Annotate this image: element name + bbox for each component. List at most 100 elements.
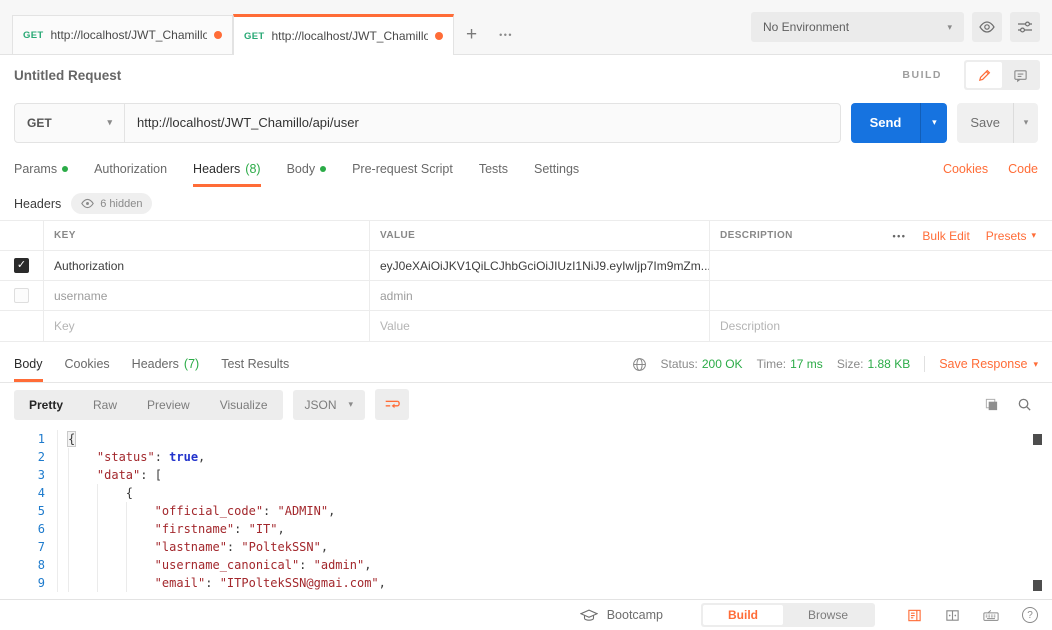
save-response-label: Save Response xyxy=(939,357,1028,371)
key-cell[interactable]: username xyxy=(44,281,370,310)
chevron-down-icon: ▾ xyxy=(348,399,354,409)
response-tab-body[interactable]: Body xyxy=(14,346,43,382)
search-response-button[interactable] xyxy=(1017,397,1032,412)
indent-guide xyxy=(125,574,155,592)
view-pretty[interactable]: Pretty xyxy=(14,390,78,420)
wrap-lines-button[interactable] xyxy=(375,389,410,420)
response-tab-test-results[interactable]: Test Results xyxy=(221,346,289,382)
value-cell[interactable]: admin xyxy=(370,281,710,310)
environment-quick-look-button[interactable] xyxy=(972,12,1002,42)
value-cell[interactable]: eyJ0eXAiOiJKV1QiLCJhbGciOiJIUzI1NiJ9.eyI… xyxy=(370,251,710,280)
table-row: ✓ username admin xyxy=(0,281,1052,311)
method-selector[interactable]: GET ▾ xyxy=(15,103,125,142)
tab-pre-request-script[interactable]: Pre-request Script xyxy=(352,150,453,187)
presets-button[interactable]: Presets ▾ xyxy=(986,229,1036,243)
sliders-icon xyxy=(1018,21,1032,33)
request-header-row: Untitled Request BUILD xyxy=(0,55,1052,95)
status-metric: Status: 200 OK xyxy=(661,357,743,371)
environment-selector[interactable]: No Environment ▾ xyxy=(751,12,964,42)
scrollbar-thumb[interactable] xyxy=(1033,434,1042,445)
code-line: 5 "official_code": "ADMIN", xyxy=(0,502,1052,520)
tab-authorization[interactable]: Authorization xyxy=(94,150,167,187)
view-raw[interactable]: Raw xyxy=(78,390,132,420)
response-body-viewer[interactable]: 1{2 "status": true, 3 "data": [4{5 "official… xyxy=(0,426,1052,599)
code-token: true xyxy=(169,450,199,464)
response-toolbar: Pretty Raw Preview Visualize JSON ▾ xyxy=(0,383,1052,426)
tab-headers[interactable]: Headers (8) xyxy=(193,150,261,187)
bootcamp-label: Bootcamp xyxy=(606,608,663,622)
code-link[interactable]: Code xyxy=(1008,162,1038,176)
tab-options-button[interactable]: ••• xyxy=(489,15,523,54)
chevron-down-icon: ▾ xyxy=(932,117,937,127)
code-token: , xyxy=(328,504,336,518)
eye-icon xyxy=(979,21,995,33)
changelog-button[interactable] xyxy=(907,608,922,623)
shortcuts-button[interactable] xyxy=(983,609,999,622)
line-number: 2 xyxy=(0,448,58,466)
request-tab-2-active[interactable]: GET http://localhost/JWT_Chamillo/a... xyxy=(233,14,454,55)
save-options-button[interactable]: ▾ xyxy=(1013,102,1038,143)
response-tab-cookies[interactable]: Cookies xyxy=(65,346,110,382)
description-cell[interactable] xyxy=(710,251,1052,280)
row-checkbox[interactable]: ✓ xyxy=(14,258,29,273)
bulk-edit-button[interactable]: Bulk Edit xyxy=(922,229,969,243)
comments-button[interactable] xyxy=(1002,62,1038,88)
send-options-button[interactable]: ▾ xyxy=(920,102,947,143)
bootcamp-button[interactable]: Bootcamp xyxy=(579,608,663,622)
question-mark-icon: ? xyxy=(1022,607,1038,623)
help-button[interactable]: ? xyxy=(1022,607,1038,623)
tab-label: Test Results xyxy=(221,357,290,371)
indent-guide xyxy=(68,520,97,538)
cookies-link[interactable]: Cookies xyxy=(943,162,988,176)
view-visualize[interactable]: Visualize xyxy=(205,390,283,420)
save-button[interactable]: Save xyxy=(957,103,1013,143)
key-cell[interactable]: Authorization xyxy=(44,251,370,280)
view-preview[interactable]: Preview xyxy=(132,390,205,420)
copy-response-button[interactable] xyxy=(984,397,999,412)
tab-body[interactable]: Body xyxy=(287,150,327,187)
search-icon xyxy=(1018,398,1031,411)
value-placeholder[interactable]: Value xyxy=(370,311,710,341)
description-cell[interactable] xyxy=(710,281,1052,310)
build-toggle-button[interactable]: Build xyxy=(702,605,783,625)
key-placeholder[interactable]: Key xyxy=(44,311,370,341)
time-value: 17 ms xyxy=(790,357,823,371)
description-placeholder[interactable]: Description xyxy=(710,311,1052,341)
indent-guide xyxy=(96,484,126,502)
tab-settings[interactable]: Settings xyxy=(534,150,579,187)
tab-tests[interactable]: Tests xyxy=(479,150,508,187)
chevron-down-icon: ▾ xyxy=(1023,117,1029,127)
method-value: GET xyxy=(27,115,52,130)
pencil-icon xyxy=(978,69,990,81)
eye-icon xyxy=(81,198,95,209)
hidden-headers-toggle[interactable]: 6 hidden xyxy=(71,193,153,214)
code-text: "data": [ xyxy=(58,466,162,484)
indent-guide xyxy=(68,556,97,574)
code-token: : xyxy=(154,450,170,464)
code-token: "status" xyxy=(96,450,155,464)
request-tab-1[interactable]: GET http://localhost/JWT_Chamillo/A... xyxy=(12,15,233,54)
response-tab-headers[interactable]: Headers (7) xyxy=(132,346,200,382)
edit-mode-button[interactable] xyxy=(966,62,1002,88)
new-tab-button[interactable]: + xyxy=(454,15,489,54)
line-number: 7 xyxy=(0,538,58,556)
code-token: : xyxy=(205,576,220,590)
divider xyxy=(924,356,926,372)
browse-toggle-button[interactable]: Browse xyxy=(783,605,873,625)
scrollbar-thumb[interactable] xyxy=(1033,580,1042,591)
save-response-button[interactable]: Save Response ▾ xyxy=(939,357,1038,371)
url-input[interactable]: http://localhost/JWT_Chamillo/api/user xyxy=(125,104,840,142)
more-actions-button[interactable]: ••• xyxy=(892,231,906,241)
format-selector[interactable]: JSON ▾ xyxy=(292,389,366,420)
indent-guide xyxy=(125,520,155,538)
tab-method-badge: GET xyxy=(23,29,44,41)
row-checkbox[interactable]: ✓ xyxy=(14,288,29,303)
size-metric: Size: 1.88 KB xyxy=(837,357,910,371)
send-button[interactable]: Send xyxy=(851,103,921,143)
two-pane-view-button[interactable] xyxy=(945,608,960,623)
environment-settings-button[interactable] xyxy=(1010,12,1040,42)
tab-params[interactable]: Params xyxy=(14,150,69,187)
line-number: 8 xyxy=(0,556,58,574)
response-meta: Status: 200 OK Time: 17 ms Size: 1.88 KB Sa… xyxy=(632,346,1038,382)
tab-title: http://localhost/JWT_Chamillo/A... xyxy=(50,28,207,42)
